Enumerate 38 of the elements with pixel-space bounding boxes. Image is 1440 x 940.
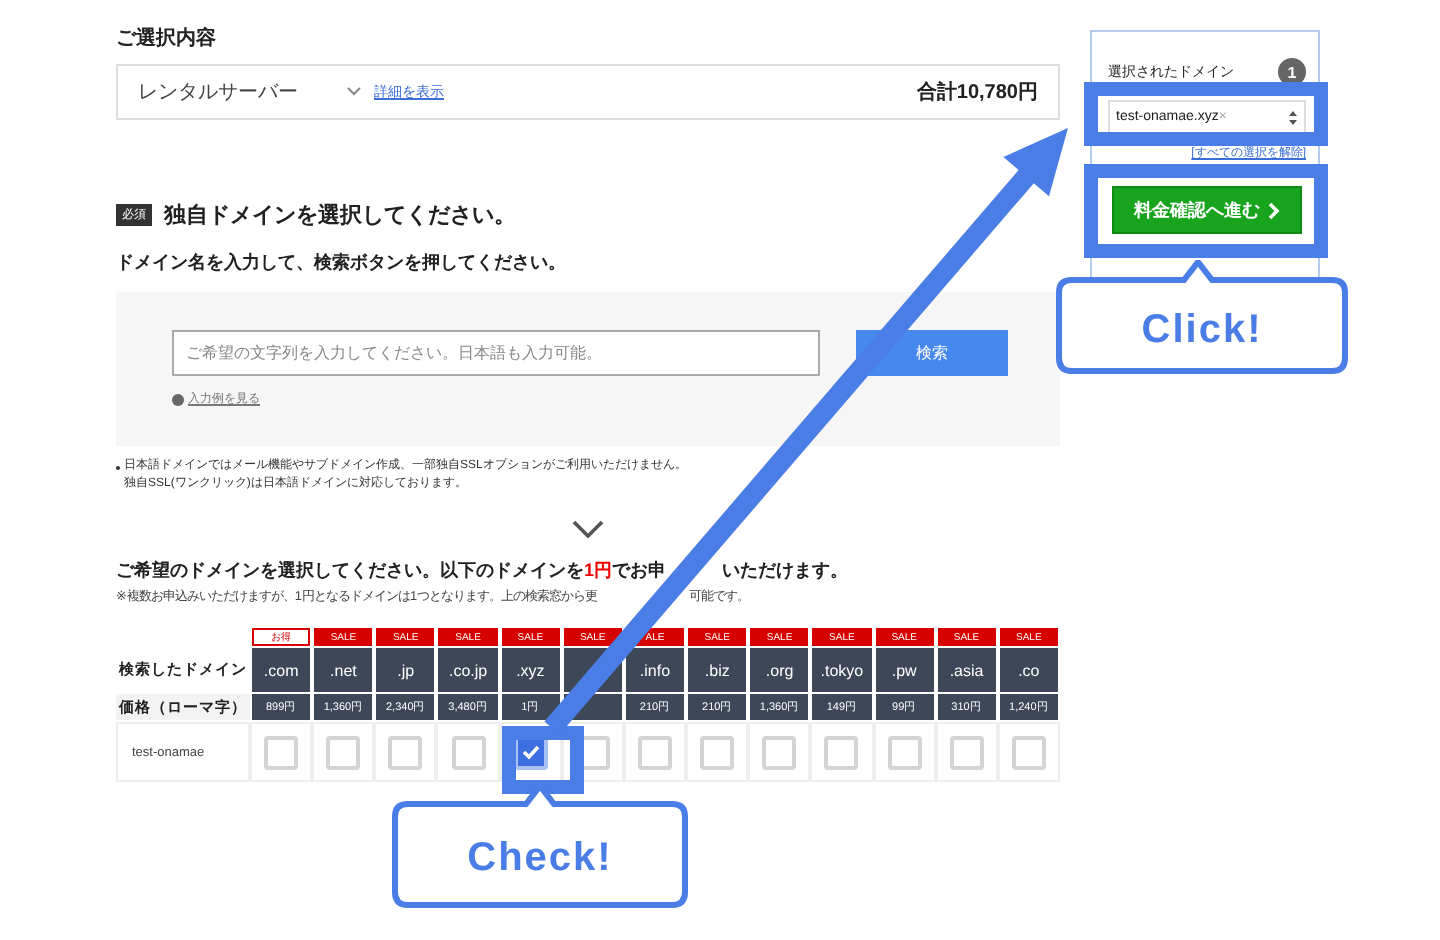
domain-header: .asia — [937, 648, 996, 692]
instruction-text: ドメイン名を入力して、検索ボタンを押してください。 — [116, 250, 568, 276]
checkbox[interactable] — [1011, 735, 1046, 769]
domain-header: .co — [999, 648, 1058, 692]
chevron-down-icon — [346, 86, 362, 98]
search-field[interactable]: ご希望の文字列を入力してください。日本語も入力可能。 — [172, 330, 820, 376]
domain-header: .jp — [376, 648, 435, 692]
chevron-down-icon — [572, 520, 604, 538]
checkbox[interactable] — [700, 735, 735, 769]
domain-header: .tokyo — [812, 648, 872, 692]
spinner-arrows-icon[interactable] — [1288, 109, 1298, 125]
callout-text: Check! — [467, 836, 613, 882]
offer-heading: ご希望のドメインを選択してください。以下のドメインを1円でお申 いただけます。 — [116, 558, 851, 584]
domain-header: .pw — [875, 648, 934, 692]
checkbox[interactable] — [451, 735, 486, 769]
section-title: ご選択内容 — [116, 24, 218, 52]
proceed-button[interactable]: 料金確認へ進む — [1112, 186, 1302, 234]
section-title: 独自ドメインを選択してください。 — [164, 201, 516, 230]
domain-header: .biz — [688, 648, 747, 692]
checkbox[interactable] — [887, 735, 922, 769]
checkbox[interactable] — [762, 735, 797, 769]
checkbox[interactable] — [824, 735, 859, 769]
domain-header: .info — [625, 648, 685, 692]
checkbox[interactable] — [326, 735, 361, 769]
checkbox[interactable] — [264, 735, 299, 769]
total-price: 合計10,780円 — [916, 79, 1038, 106]
chevron-right-icon — [1268, 201, 1280, 219]
checkbox[interactable] — [388, 735, 423, 769]
domain-header: .xyz — [501, 648, 560, 692]
checkbox[interactable] — [949, 735, 984, 769]
domain-header: .net — [314, 648, 373, 692]
plan-name: レンタルサーバー — [138, 80, 300, 106]
domain-header: .co.jp — [438, 648, 498, 692]
domain-header: .com — [252, 648, 311, 692]
domain-header: .org — [750, 648, 809, 692]
callout-text: Click! — [1141, 307, 1263, 353]
checkbox[interactable] — [637, 735, 672, 769]
checkmark-icon — [521, 744, 540, 760]
